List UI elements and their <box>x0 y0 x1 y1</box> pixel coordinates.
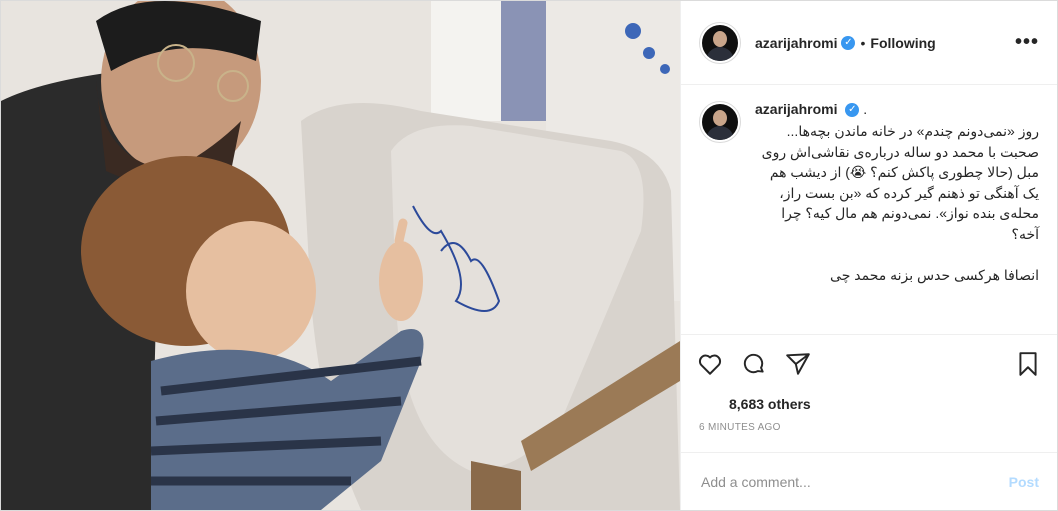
bookmark-icon[interactable] <box>1015 351 1041 377</box>
caption-body: azarijahromi ✓ . روز «نمی‌دونم چندم» در … <box>755 101 1039 334</box>
comment-input[interactable] <box>699 472 1009 491</box>
verified-badge-icon: ✓ <box>841 35 856 50</box>
post-photo[interactable] <box>1 1 680 510</box>
avatar-image <box>702 24 738 61</box>
caption-avatar-image <box>702 104 738 140</box>
action-bar <box>681 334 1057 392</box>
author-username[interactable]: azarijahromi <box>755 35 837 51</box>
author-avatar[interactable] <box>699 21 741 64</box>
following-button[interactable]: Following <box>870 35 935 51</box>
caption-username[interactable]: azarijahromi <box>755 101 837 117</box>
caption-text: روز «نمی‌دونم چندم» در خانه ماندن بچه‌ها… <box>761 123 1039 283</box>
paper-plane-icon[interactable] <box>785 351 811 377</box>
heart-icon[interactable] <box>697 351 723 377</box>
caption-avatar-face <box>713 110 727 126</box>
likes-count[interactable]: 8,683 others <box>681 392 1057 416</box>
caption-trailing: . <box>863 101 868 117</box>
caption-avatar[interactable] <box>699 101 741 143</box>
post-sidebar: azarijahromi ✓ • Following ••• azarijahr… <box>680 1 1057 510</box>
avatar-face <box>713 30 727 47</box>
post-modal: azarijahromi ✓ • Following ••• azarijahr… <box>0 0 1058 511</box>
header-separator: • <box>860 34 866 51</box>
post-header: azarijahromi ✓ • Following ••• <box>681 1 1057 85</box>
caption-section: azarijahromi ✓ . روز «نمی‌دونم چندم» در … <box>681 85 1057 334</box>
comment-icon[interactable] <box>741 351 767 377</box>
more-options-icon[interactable]: ••• <box>1015 31 1039 54</box>
caption-avatar-suit <box>706 126 734 140</box>
avatar-suit <box>706 46 734 61</box>
post-timestamp[interactable]: 6 MINUTES AGO <box>681 416 1057 444</box>
post-comment-button[interactable]: Post <box>1009 474 1039 490</box>
post-photo-illustration <box>1 1 680 510</box>
caption-username-line: azarijahromi ✓ . <box>755 101 1039 118</box>
comment-box: Post <box>681 452 1057 510</box>
caption-verified-icon: ✓ <box>845 103 860 118</box>
